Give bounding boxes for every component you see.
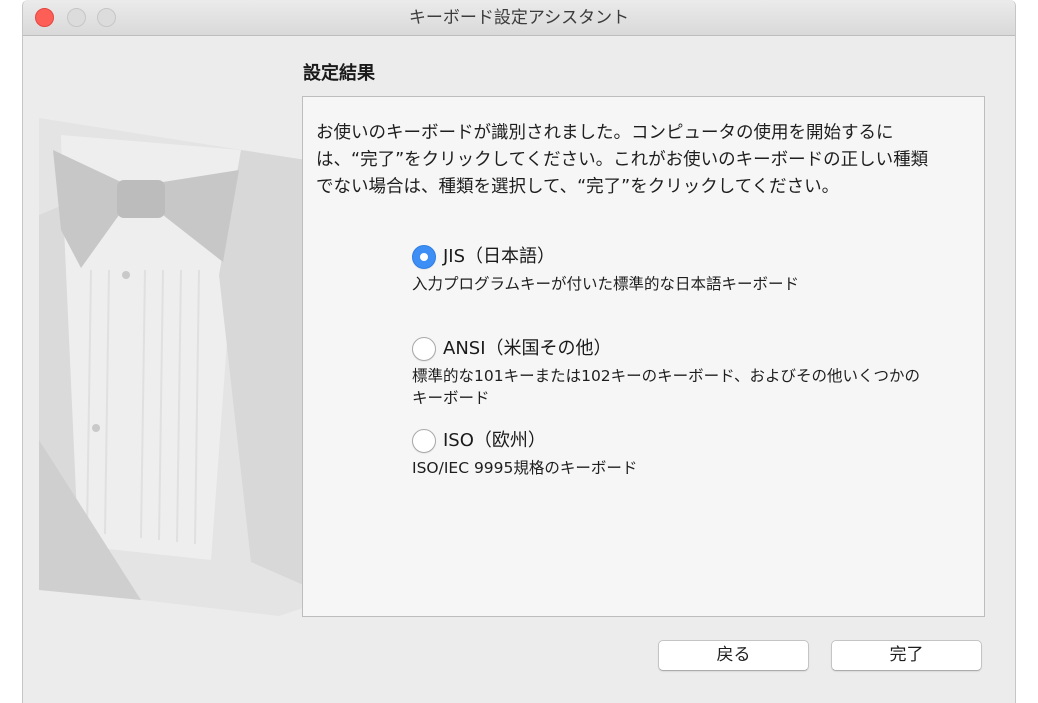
back-button[interactable]: 戻る <box>658 640 809 671</box>
radio-iso[interactable] <box>412 429 436 453</box>
description-line: ISO/IEC 9995規格のキーボード <box>412 459 638 477</box>
window-close-button[interactable] <box>35 8 54 27</box>
keyboard-type-option-jis[interactable]: JIS（日本語） 入力プログラムキーが付いた標準的な日本語キーボード <box>412 245 972 325</box>
keyboard-type-option-iso[interactable]: ISO（欧州） ISO/IEC 9995規格のキーボード <box>412 429 972 509</box>
option-description-iso: ISO/IEC 9995規格のキーボード <box>412 457 637 479</box>
title-bar[interactable]: キーボード設定アシスタント <box>23 0 1015 36</box>
message-line: でない場合は、種類を選択して、“完了”をクリックしてください。 <box>316 177 840 197</box>
window-title: キーボード設定アシスタント <box>408 8 630 28</box>
window-zoom-button <box>97 8 116 27</box>
radio-label-ansi[interactable]: ANSI（米国その他） <box>443 337 612 361</box>
description-line: 入力プログラムキーが付いた標準的な日本語キーボード <box>412 275 800 293</box>
tuxedo-illustration <box>39 118 333 616</box>
description-line: キーボード <box>412 389 490 407</box>
description-line: 標準的な101キーまたは102キーのキーボード、およびその他いくつかの <box>412 367 921 385</box>
message-line: は、“完了”をクリックしてください。これがお使いのキーボードの正しい種類 <box>316 150 929 170</box>
option-description-jis: 入力プログラムキーが付いた標準的な日本語キーボード <box>412 273 799 295</box>
result-panel: お使いのキーボードが識別されました。コンピュータの使用を開始するに は、“完了”… <box>302 96 985 617</box>
window-minimize-button <box>67 8 86 27</box>
keyboard-setup-assistant-window: キーボード設定アシスタント 設定結果 お使いのキーボードが識別されました。コンピ… <box>22 0 1016 703</box>
bow-tie-knot <box>117 180 165 218</box>
shirt-button <box>122 271 130 279</box>
radio-jis[interactable] <box>412 245 436 269</box>
result-message: お使いのキーボードが識別されました。コンピュータの使用を開始するに は、“完了”… <box>316 120 928 201</box>
radio-ansi[interactable] <box>412 337 436 361</box>
shirt-button <box>92 424 100 432</box>
radio-label-iso[interactable]: ISO（欧州） <box>443 429 546 453</box>
keyboard-type-option-ansi[interactable]: ANSI（米国その他） 標準的な101キーまたは102キーのキーボード、およびそ… <box>412 337 972 417</box>
option-description-ansi: 標準的な101キーまたは102キーのキーボード、およびその他いくつかの キーボー… <box>412 365 920 409</box>
message-line: お使いのキーボードが識別されました。コンピュータの使用を開始するに <box>316 123 894 143</box>
done-button[interactable]: 完了 <box>831 640 982 671</box>
radio-label-jis[interactable]: JIS（日本語） <box>443 245 555 269</box>
section-heading: 設定結果 <box>303 63 375 84</box>
